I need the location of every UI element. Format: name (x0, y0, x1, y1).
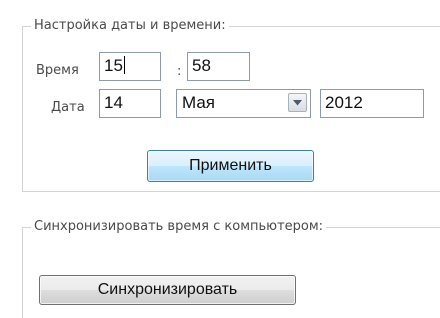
sync-button[interactable]: Синхронизировать (39, 275, 296, 305)
day-value: 14 (104, 93, 123, 112)
month-value: Мая (182, 93, 216, 112)
hours-value: 15 (104, 56, 123, 75)
datetime-settings-title: Настройка даты и времени: (31, 18, 229, 34)
apply-button[interactable]: Применить (147, 150, 314, 182)
year-field[interactable]: 2012 (320, 89, 424, 118)
year-value: 2012 (325, 93, 363, 112)
sync-group-title: Синхронизировать время с компьютером: (31, 219, 327, 235)
time-label: Время (36, 63, 79, 78)
month-select[interactable]: Мая (176, 89, 311, 118)
hours-field[interactable]: 15 (99, 52, 161, 81)
dropdown-button[interactable] (288, 93, 307, 112)
date-label: Дата (51, 100, 85, 115)
minutes-value: 58 (192, 56, 211, 75)
time-separator: : (177, 64, 182, 79)
minutes-field[interactable]: 58 (187, 52, 250, 81)
day-field[interactable]: 14 (99, 89, 161, 118)
chevron-down-icon (293, 100, 302, 106)
text-caret (123, 56, 125, 74)
